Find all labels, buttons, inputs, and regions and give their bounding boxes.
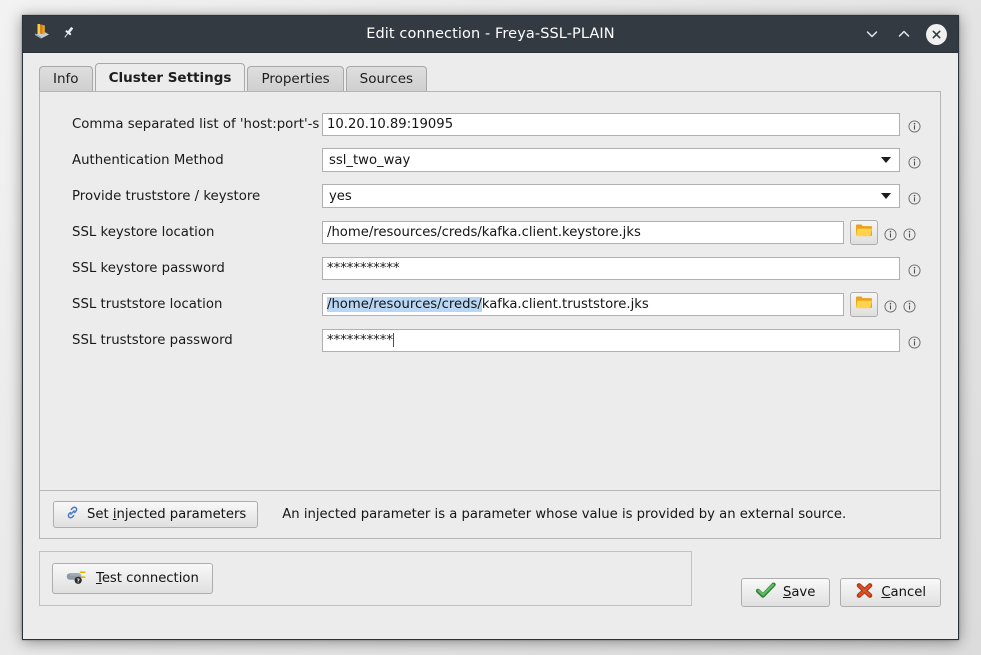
check-icon [756,582,776,603]
window-title: Edit connection - Freya-SSL-PLAIN [23,16,958,52]
folder-icon [855,223,873,242]
form-row-auth-method: Authentication Method ssl_two_way [40,142,940,178]
chevron-down-icon [881,157,891,163]
test-connection-label: Test connection [96,571,199,586]
injected-parameters-description: An injected parameter is a parameter who… [282,507,846,522]
tab-properties-label: Properties [261,71,329,87]
bootstrap-servers-input[interactable]: 10.20.10.89:19095 [322,113,900,136]
save-label: Save [783,585,815,600]
folder-icon [855,295,873,314]
keystore-location-value: /home/resources/creds/kafka.client.keyst… [327,225,641,240]
label-truststore-location: SSL truststore location [72,297,322,312]
set-injected-parameters-label: Set injected parameters [87,507,246,522]
info-icon[interactable] [908,262,921,275]
tab-cluster-settings[interactable]: Cluster Settings [95,63,246,91]
provide-truststore-select[interactable]: yes [322,184,900,208]
info-icon-secondary[interactable] [903,298,916,311]
window-titlebar: Edit connection - Freya-SSL-PLAIN [23,16,958,53]
info-icon[interactable] [884,298,897,311]
tab-info-label: Info [53,71,79,87]
tab-cluster-settings-label: Cluster Settings [109,70,232,86]
info-icon[interactable] [908,190,921,203]
truststore-location-selected-text: /home/resources/creds/ [327,297,482,312]
text-caret [393,333,394,347]
cancel-button[interactable]: Cancel [840,578,941,607]
truststore-browse-button[interactable] [850,292,878,317]
form-row-provide-truststore: Provide truststore / keystore yes [40,178,940,214]
label-truststore-password: SSL truststore password [72,333,322,348]
link-chain-icon [65,505,80,524]
chevron-down-icon [881,193,891,199]
cancel-label: Cancel [881,585,926,600]
label-auth-method: Authentication Method [72,153,322,168]
form-row-bootstrap-servers: Comma separated list of 'host:port'-s 10… [40,106,940,142]
maximize-button[interactable] [894,24,914,44]
truststore-password-value: ********** [327,333,393,348]
provide-truststore-value: yes [329,189,881,204]
truststore-location-input[interactable]: /home/resources/creds/kafka.client.trust… [322,293,844,316]
truststore-password-input[interactable]: ********** [322,329,900,352]
tab-strip: Info Cluster Settings Properties Sources [23,61,958,91]
label-keystore-password: SSL keystore password [72,261,322,276]
tab-sources[interactable]: Sources [346,66,427,91]
info-icon[interactable] [884,226,897,239]
keystore-browse-button[interactable] [850,220,878,245]
form-row-truststore-location: SSL truststore location /home/resources/… [40,286,940,322]
dialog-footer: ? Test connection Save [23,539,958,639]
tab-properties[interactable]: Properties [247,66,343,91]
titlebar-left-icons [23,22,76,46]
test-connection-button[interactable]: ? Test connection [52,563,213,594]
injected-parameters-bar: Set injected parameters An injected para… [40,490,940,538]
form-row-keystore-password: SSL keystore password *********** [40,250,940,286]
save-button[interactable]: Save [741,578,830,607]
test-connection-group: ? Test connection [39,551,692,606]
label-keystore-location: SSL keystore location [72,225,322,240]
info-icon[interactable] [908,154,921,167]
edit-connection-window: Edit connection - Freya-SSL-PLAIN Info [22,15,959,640]
tab-info[interactable]: Info [39,66,93,91]
tab-sources-label: Sources [360,71,413,87]
set-injected-parameters-button[interactable]: Set injected parameters [53,501,258,528]
cross-icon [855,582,874,603]
pin-icon[interactable] [61,25,76,44]
plug-question-icon: ? [66,568,88,590]
window-controls [862,24,958,45]
keystore-password-value: *********** [327,261,400,276]
truststore-location-value: kafka.client.truststore.jks [482,297,649,312]
settings-form: Comma separated list of 'host:port'-s 10… [40,92,940,490]
minimize-button[interactable] [862,24,882,44]
form-row-keystore-location: SSL keystore location /home/resources/cr… [40,214,940,250]
auth-method-value: ssl_two_way [329,153,881,168]
close-button[interactable] [926,24,947,45]
cluster-settings-panel: Comma separated list of 'host:port'-s 10… [39,91,941,539]
auth-method-select[interactable]: ssl_two_way [322,148,900,172]
keystore-password-input[interactable]: *********** [322,257,900,280]
bootstrap-servers-value: 10.20.10.89:19095 [327,117,453,132]
books-stack-icon [32,22,52,46]
label-provide-truststore: Provide truststore / keystore [72,189,322,204]
dialog-action-buttons: Save Cancel [741,578,941,607]
form-row-truststore-password: SSL truststore password ********** [40,322,940,358]
svg-text:?: ? [77,578,80,584]
info-icon[interactable] [908,334,921,347]
label-bootstrap-servers: Comma separated list of 'host:port'-s [72,117,322,132]
keystore-location-input[interactable]: /home/resources/creds/kafka.client.keyst… [322,221,844,244]
info-icon-secondary[interactable] [903,226,916,239]
info-icon[interactable] [908,118,921,131]
